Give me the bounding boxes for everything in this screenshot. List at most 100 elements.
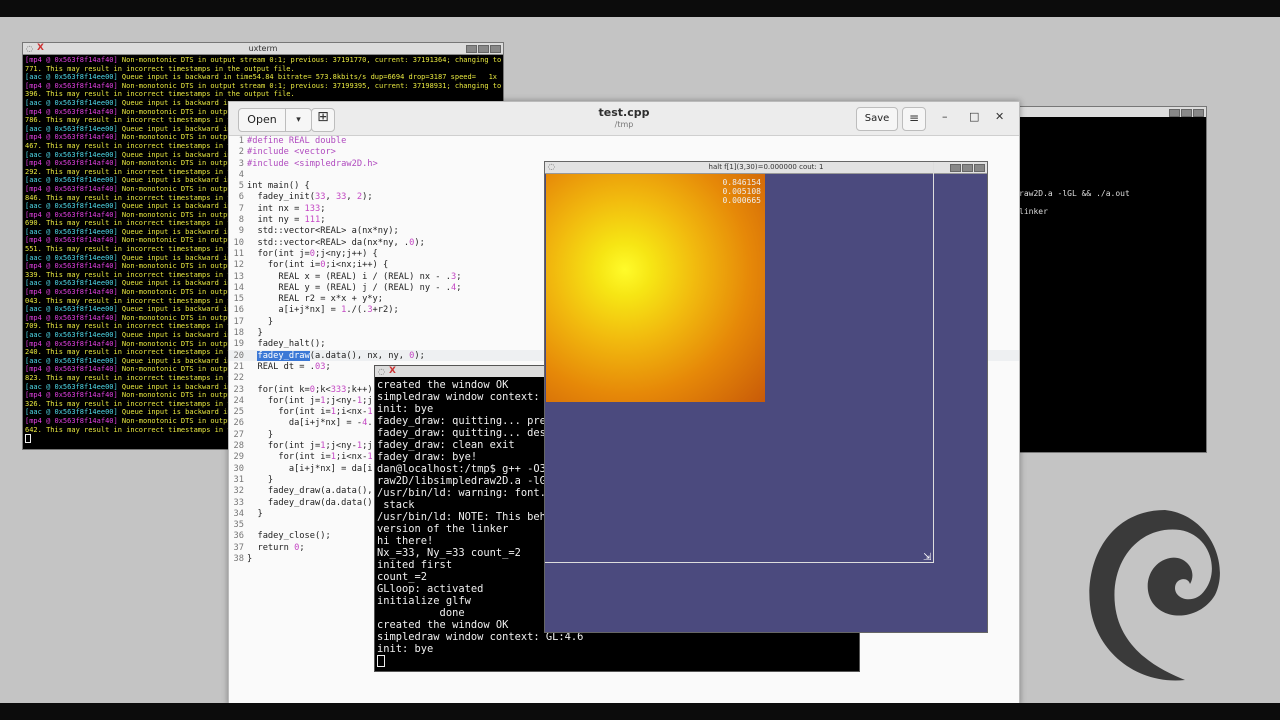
code-text: fadey_halt(); [247, 339, 326, 350]
log-text: 771. This may result in incorrect timest… [25, 64, 295, 73]
code-line[interactable]: 13 REAL x = (REAL) i / (REAL) nx - .3; [229, 271, 462, 283]
text-cursor [25, 434, 31, 444]
line-number: 20 [233, 350, 244, 361]
halt-window-controls[interactable] [934, 162, 987, 173]
log-tag: [mp4 @ 0x563f8f14af40] [25, 81, 118, 90]
code-line[interactable]: 9 std::vector<REAL> a(nx*ny); [229, 226, 461, 237]
background-terminal[interactable]: raw2D.a -lGL && ./a.out linker [1010, 106, 1207, 453]
line-number: 30 [233, 463, 244, 474]
line-number: 6 [238, 192, 244, 203]
code-text: } [247, 508, 263, 519]
window-controls[interactable] [466, 45, 501, 53]
code-text: #include <simpledraw2D.h> [247, 158, 378, 169]
log-tag: [aac @ 0x563f8f14ee00] [25, 382, 118, 391]
xterm-line: 771. This may result in incorrect timest… [25, 65, 501, 74]
log-text: Non-monotonic DTS in output [117, 236, 236, 245]
log-text: Non-monotonic DTS in output [117, 107, 236, 116]
code-line[interactable]: 2 #include <vector> [229, 147, 461, 158]
line-number: 13 [233, 271, 244, 282]
code-line[interactable]: 6 fadey_init(33, 33, 2); [229, 192, 461, 203]
log-tag: [aac @ 0x563f8f14ee00] [25, 124, 118, 133]
log-text: Non-monotonic DTS in output stream 0:1; … [117, 56, 504, 64]
code-text: for(int i=0;i<nx;i++) { [247, 260, 389, 271]
window-menu-icon[interactable]: ◌ [378, 367, 385, 376]
log-text: Queue input is backward in [117, 331, 232, 339]
log-tag: [mp4 @ 0x563f8f14af40] [25, 107, 118, 116]
log-tag: [mp4 @ 0x563f8f14af40] [25, 391, 118, 400]
text-selection: fadey_draw [257, 350, 310, 361]
log-text: 786. This may result in incorrect timest… [25, 116, 240, 125]
code-line[interactable]: 4 [229, 170, 461, 181]
line-number: 36 [233, 531, 244, 542]
minimize-icon[interactable]: – [942, 110, 948, 123]
log-text: 709. This may result in incorrect timest… [25, 322, 240, 331]
background-terminal-titlebar[interactable] [1011, 107, 1206, 117]
code-line[interactable]: 20 fadey_draw(a.data(), nx, ny, 0); [229, 350, 461, 362]
log-text: Queue input is backward in [117, 408, 232, 417]
code-line[interactable]: 1 #define REAL double [229, 136, 461, 147]
code-line[interactable]: 10 std::vector<REAL> da(nx*ny, .0); [229, 238, 461, 249]
resize-handle-icon[interactable]: ⇲ [923, 552, 931, 563]
log-tag: [aac @ 0x563f8f14ee00] [25, 356, 118, 365]
log-text: Queue input is backward in [117, 279, 232, 288]
line-number: 38 [233, 553, 244, 564]
line-number: 14 [233, 282, 244, 293]
code-line[interactable]: 16 a[i+j*nx] = 1./(.3+r2); [229, 305, 461, 316]
code-line[interactable]: 8 int ny = 111; [229, 215, 461, 226]
hamburger-menu-icon[interactable]: ≡ [902, 107, 926, 131]
log-tag: [aac @ 0x563f8f14ee00] [25, 331, 118, 339]
window-controls[interactable] [1169, 109, 1204, 117]
log-text: Non-monotonic DTS in output [117, 184, 236, 193]
line-number: 7 [238, 203, 244, 214]
code-text: REAL r2 = x*x + y*y; [247, 294, 383, 305]
log-text: Non-monotonic DTS in output [117, 365, 236, 374]
log-text: 339. This may result in incorrect timest… [25, 270, 240, 279]
line-number: 1 [238, 136, 244, 146]
code-text: REAL y = (REAL) j / (REAL) ny - .4; [247, 282, 462, 293]
code-line[interactable]: 19 fadey_halt(); [229, 339, 461, 350]
code-text: for(int j=1;j<ny-1;j [247, 441, 373, 452]
maximize-icon[interactable]: □ [969, 110, 979, 123]
xterm-title: uxterm [248, 44, 278, 53]
log-tag: [mp4 @ 0x563f8f14af40] [25, 365, 118, 374]
close-icon[interactable]: ✕ [995, 110, 1004, 123]
code-text: fadey_close(); [247, 531, 331, 542]
log-text: Non-monotonic DTS in output [117, 133, 236, 142]
xterm-line: [mp4 @ 0x563f8f14af40] Non-monotonic DTS… [25, 56, 501, 65]
heatmap-render: 0.846154 0.005108 0.000665 [546, 174, 765, 402]
halt-render-window[interactable]: ◌ halt f[1](3,30)=0.000000 cout: 1 0.846… [544, 161, 988, 633]
code-text: fadey_init(33, 33, 2); [247, 192, 373, 203]
code-line[interactable]: 18 } [229, 328, 461, 339]
code-text: for(int j=0;j<ny;j++) { [247, 248, 378, 259]
gedit-headerbar[interactable]: Open ▾ ⊞ test.cpp /tmp Save ≡ – □ ✕ [229, 102, 1019, 136]
save-button[interactable]: Save [856, 107, 898, 131]
code-line[interactable]: 7 int nx = 133; [229, 204, 461, 215]
line-number: 25 [233, 407, 244, 418]
code-line[interactable]: 15 REAL r2 = x*x + y*y; [229, 294, 461, 305]
text-cursor [377, 655, 385, 667]
halt-titlebar[interactable]: ◌ halt f[1](3,30)=0.000000 cout: 1 [545, 162, 987, 174]
log-text: 326. This may result in incorrect timest… [25, 399, 240, 408]
log-text: Non-monotonic DTS in output [117, 288, 236, 297]
code-line[interactable]: 3 #include <simpledraw2D.h> [229, 159, 461, 170]
code-text: } [247, 553, 253, 564]
hud-value: 0.846154 [722, 178, 761, 187]
log-text: Queue input is backward in [117, 382, 232, 391]
xterm-titlebar[interactable]: ◌ X uxterm [23, 43, 503, 55]
code-text: for(int k=0;k<333;k++) [247, 384, 373, 395]
code-line[interactable]: 12 for(int i=0;i<nx;i++) { [229, 260, 461, 271]
line-number: 19 [233, 339, 244, 350]
log-tag: [mp4 @ 0x563f8f14af40] [25, 56, 118, 64]
code-text: int main() { [247, 181, 310, 192]
code-line[interactable]: 17 } [229, 317, 461, 328]
log-text: 846. This may result in incorrect timest… [25, 193, 240, 202]
log-tag: [mp4 @ 0x563f8f14af40] [25, 236, 118, 245]
log-tag: [aac @ 0x563f8f14ee00] [25, 408, 118, 417]
code-line[interactable]: 11 for(int j=0;j<ny;j++) { [229, 249, 461, 260]
code-line[interactable]: 5 int main() { [229, 181, 461, 192]
line-number: 21 [233, 361, 244, 372]
code-line[interactable]: 14 REAL y = (REAL) j / (REAL) ny - .4; [229, 282, 462, 294]
log-text: Queue input is backward in [117, 202, 232, 211]
log-text: Queue input is backward in [117, 253, 232, 262]
code-text: std::vector<REAL> da(nx*ny, .0); [247, 237, 425, 248]
